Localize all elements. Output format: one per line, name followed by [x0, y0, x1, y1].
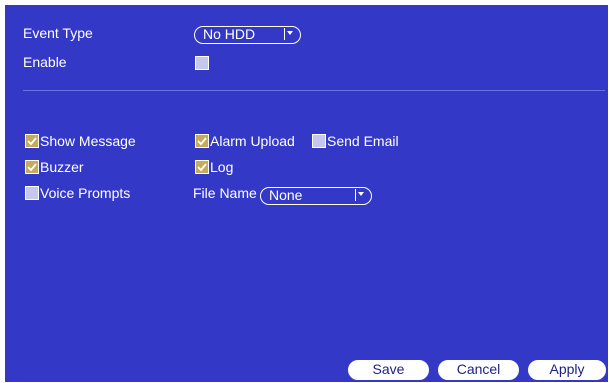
- apply-button[interactable]: Apply: [528, 360, 606, 380]
- cancel-button[interactable]: Cancel: [438, 360, 519, 380]
- chevron-down-icon: [355, 189, 367, 201]
- buzzer-checkbox[interactable]: [25, 160, 39, 174]
- enable-checkbox[interactable]: [195, 56, 209, 70]
- event-type-value: No HDD: [203, 26, 256, 42]
- enable-label: Enable: [23, 54, 67, 70]
- log-checkbox[interactable]: [195, 160, 209, 174]
- log-label: Log: [210, 159, 234, 175]
- event-type-label: Event Type: [23, 25, 93, 41]
- alarm-upload-checkbox[interactable]: [195, 134, 209, 148]
- alarm-upload-label: Alarm Upload: [210, 133, 295, 149]
- show-message-checkbox[interactable]: [25, 134, 39, 148]
- send-email-label: Send Email: [327, 133, 399, 149]
- section-divider: [23, 90, 605, 91]
- chevron-down-icon: [284, 28, 296, 40]
- event-type-dropdown[interactable]: No HDD: [194, 26, 301, 44]
- show-message-label: Show Message: [40, 133, 136, 149]
- alarm-settings-panel: Event Type No HDD Enable Show Message Al…: [5, 5, 608, 382]
- check-icon: [27, 163, 37, 172]
- file-name-dropdown[interactable]: None: [260, 187, 372, 205]
- voice-prompts-checkbox[interactable]: [25, 186, 39, 200]
- save-button[interactable]: Save: [348, 360, 429, 380]
- file-name-value: None: [269, 187, 303, 203]
- check-icon: [197, 163, 207, 172]
- check-icon: [197, 137, 207, 146]
- send-email-checkbox[interactable]: [312, 134, 326, 148]
- check-icon: [27, 137, 37, 146]
- buzzer-label: Buzzer: [40, 159, 84, 175]
- file-name-label: File Name: [193, 185, 257, 201]
- voice-prompts-label: Voice Prompts: [40, 185, 131, 201]
